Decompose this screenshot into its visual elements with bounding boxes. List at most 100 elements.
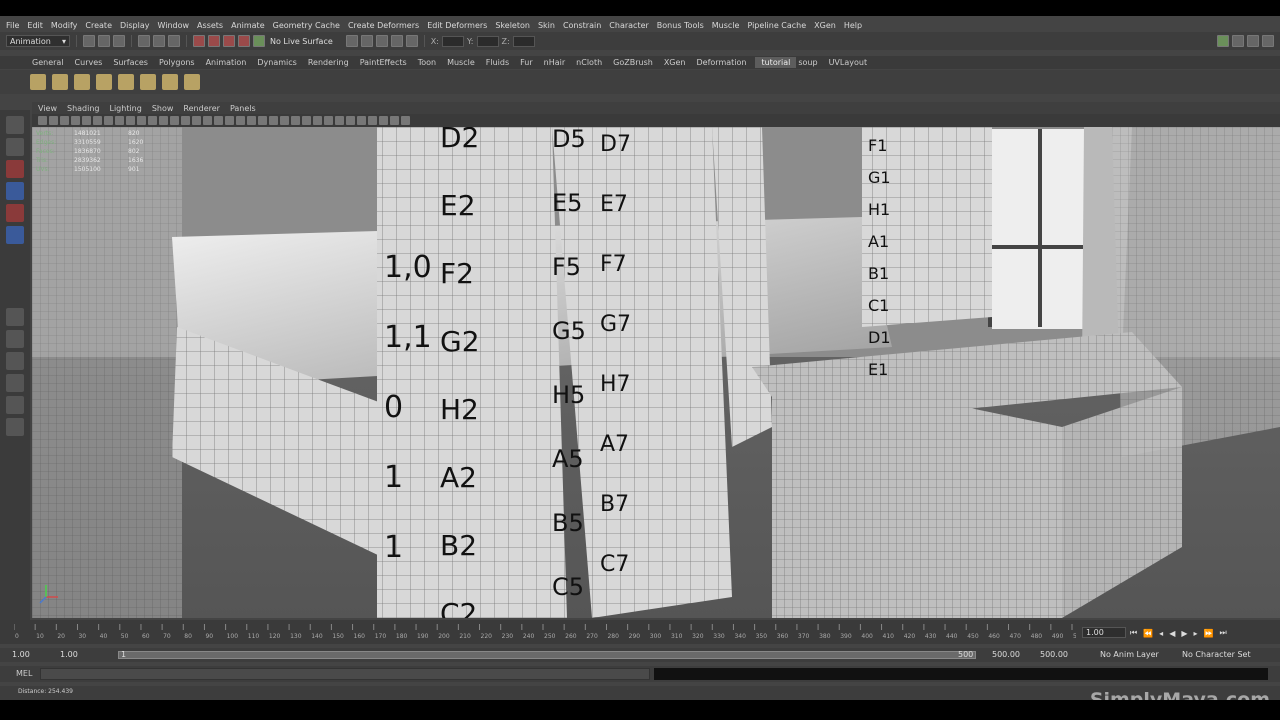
menu-skeleton[interactable]: Skeleton — [493, 21, 536, 30]
panel-tool-icon[interactable] — [71, 116, 80, 125]
menu-create[interactable]: Create — [83, 21, 118, 30]
panel-tool-icon[interactable] — [137, 116, 146, 125]
menu-set-dropdown[interactable]: Animation ▾ — [6, 35, 70, 47]
shelf-tool-icon[interactable] — [140, 74, 156, 90]
panel-menu-show[interactable]: Show — [150, 104, 182, 113]
shelf-tab-deformation[interactable]: Deformation — [695, 58, 756, 67]
playback-end-field[interactable]: 500.00 — [992, 650, 1020, 660]
mel-command-input[interactable] — [40, 668, 650, 680]
last-tool-icon[interactable] — [6, 308, 24, 326]
render-icon[interactable] — [360, 35, 373, 47]
snap-plane-icon[interactable] — [238, 35, 250, 47]
persp-outliner-layout-icon[interactable] — [6, 374, 24, 392]
panel-tool-icon[interactable] — [390, 116, 399, 125]
snap-point-icon[interactable] — [223, 35, 235, 47]
panel-tool-icon[interactable] — [104, 116, 113, 125]
panel-menu-shading[interactable]: Shading — [65, 104, 108, 113]
panel-tool-icon[interactable] — [313, 116, 322, 125]
animation-end-field[interactable]: 500.00 — [1040, 650, 1068, 660]
panel-tool-icon[interactable] — [115, 116, 124, 125]
ipr-render-icon[interactable] — [375, 35, 388, 47]
shelf-tab-polygons[interactable]: Polygons — [157, 58, 204, 67]
y-field[interactable] — [476, 35, 499, 47]
menu-edit-deformers[interactable]: Edit Deformers — [425, 21, 493, 30]
paint-select-icon[interactable] — [6, 160, 24, 178]
shelf-tab-toon[interactable]: Toon — [416, 58, 445, 67]
panel-tool-icon[interactable] — [401, 116, 410, 125]
panel-tool-icon[interactable] — [379, 116, 388, 125]
panel-tool-icon[interactable] — [214, 116, 223, 125]
shelf-tab-surfaces[interactable]: Surfaces — [111, 58, 157, 67]
hypershade-icon[interactable] — [405, 35, 418, 47]
panel-tool-icon[interactable] — [170, 116, 179, 125]
channel-box-icon[interactable] — [1262, 35, 1274, 47]
single-perspective-layout-icon[interactable] — [6, 330, 24, 348]
panel-tool-icon[interactable] — [159, 116, 168, 125]
menu-xgen[interactable]: XGen — [812, 21, 842, 30]
menu-help[interactable]: Help — [842, 21, 868, 30]
shelf-tool-icon[interactable] — [184, 74, 200, 90]
save-scene-icon[interactable] — [113, 35, 125, 47]
panel-tool-icon[interactable] — [346, 116, 355, 125]
shelf-tab-xgen[interactable]: XGen — [662, 58, 695, 67]
panel-tool-icon[interactable] — [38, 116, 47, 125]
panel-tool-icon[interactable] — [357, 116, 366, 125]
shelf-tab-nhair[interactable]: nHair — [542, 58, 575, 67]
panel-tool-icon[interactable] — [181, 116, 190, 125]
shelf-tab-muscle[interactable]: Muscle — [445, 58, 484, 67]
step-back-key-icon[interactable]: ⏪ — [1143, 629, 1153, 638]
shelf-tab-uvlayout[interactable]: UVLayout — [827, 58, 877, 67]
move-tool-icon[interactable] — [6, 182, 24, 200]
mel-label[interactable]: MEL — [16, 669, 32, 678]
select-component-icon[interactable] — [168, 35, 180, 47]
shelf-tab-ncloth[interactable]: nCloth — [574, 58, 611, 67]
step-forward-key-icon[interactable]: ⏩ — [1204, 629, 1214, 638]
four-view-layout-icon[interactable] — [6, 352, 24, 370]
shelf-tool-icon[interactable] — [162, 74, 178, 90]
panel-menu-lighting[interactable]: Lighting — [107, 104, 149, 113]
panel-tool-icon[interactable] — [335, 116, 344, 125]
menu-assets[interactable]: Assets — [195, 21, 229, 30]
panel-tool-icon[interactable] — [302, 116, 311, 125]
rotate-tool-icon[interactable] — [6, 204, 24, 222]
menu-create-deformers[interactable]: Create Deformers — [346, 21, 425, 30]
panel-menu-renderer[interactable]: Renderer — [181, 104, 228, 113]
menu-constrain[interactable]: Constrain — [561, 21, 607, 30]
make-live-icon[interactable] — [253, 35, 265, 47]
playback-start-field[interactable]: 1.00 — [60, 650, 78, 660]
x-field[interactable] — [441, 35, 464, 47]
panel-tool-icon[interactable] — [60, 116, 69, 125]
menu-modify[interactable]: Modify — [49, 21, 84, 30]
go-to-start-icon[interactable]: ⏮ — [1130, 628, 1137, 638]
step-back-frame-icon[interactable]: ◂ — [1159, 629, 1163, 638]
menu-character[interactable]: Character — [607, 21, 655, 30]
menu-file[interactable]: File — [4, 21, 25, 30]
play-backward-icon[interactable]: ◀ — [1169, 629, 1175, 638]
panel-tool-icon[interactable] — [258, 116, 267, 125]
perspective-viewport[interactable]: D2 E2 F2 G2 H2 A2 B2 C2 D5 E5 F5 G5 H5 A5 B5 C5 D7 E7 F7 G7… — [32, 127, 1280, 618]
shelf-tab-painteffects[interactable]: PaintEffects — [358, 58, 416, 67]
scale-tool-icon[interactable] — [6, 226, 24, 244]
shelf-tab-gozbrush[interactable]: GoZBrush — [611, 58, 662, 67]
panel-tool-icon[interactable] — [291, 116, 300, 125]
shelf-tool-icon[interactable] — [74, 74, 90, 90]
animation-start-field[interactable]: 1.00 — [12, 650, 30, 660]
menu-window[interactable]: Window — [156, 21, 196, 30]
menu-muscle[interactable]: Muscle — [710, 21, 746, 30]
panel-tool-icon[interactable] — [324, 116, 333, 125]
new-scene-icon[interactable] — [83, 35, 95, 47]
shelf-tool-icon[interactable] — [30, 74, 46, 90]
shelf-tab-general[interactable]: General — [30, 58, 73, 67]
lasso-tool-icon[interactable] — [6, 138, 24, 156]
shelf-tab-curves[interactable]: Curves — [73, 58, 112, 67]
shelf-tool-icon[interactable] — [96, 74, 112, 90]
select-tool-icon[interactable] — [6, 116, 24, 134]
tool-settings-icon[interactable] — [1247, 35, 1259, 47]
menu-geometry-cache[interactable]: Geometry Cache — [271, 21, 346, 30]
shelf-tab-dynamics[interactable]: Dynamics — [255, 58, 305, 67]
shelf-tab-soup[interactable]: soup — [796, 58, 826, 67]
render-settings-icon[interactable] — [390, 35, 403, 47]
panel-tool-icon[interactable] — [247, 116, 256, 125]
menu-pipeline-cache[interactable]: Pipeline Cache — [745, 21, 812, 30]
toggle-panels-icon[interactable] — [1217, 35, 1229, 47]
